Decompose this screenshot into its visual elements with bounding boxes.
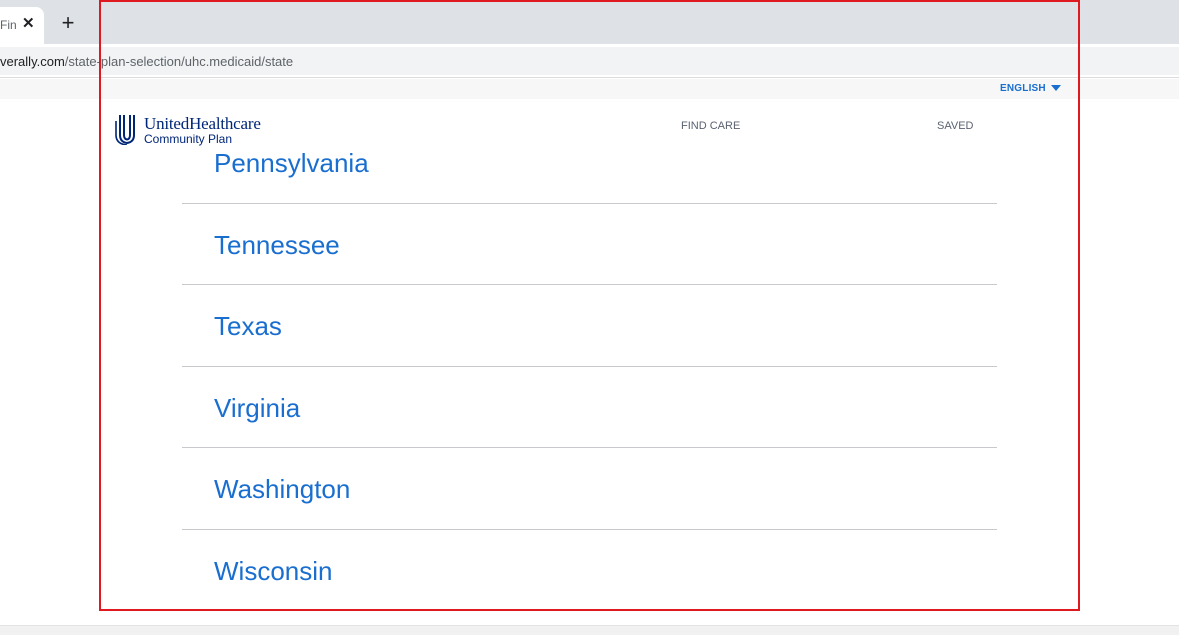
- state-link[interactable]: Wisconsin: [214, 556, 332, 587]
- state-item-texas[interactable]: Texas: [182, 285, 997, 367]
- url-host: verally.com: [0, 54, 65, 69]
- state-list-scroll-area[interactable]: Pennsylvania Tennessee Texas Virginia Wa…: [0, 99, 1179, 625]
- utility-bar: ENGLISH: [0, 79, 1179, 99]
- nav-find-care[interactable]: FIND CARE: [681, 120, 740, 132]
- state-link[interactable]: Texas: [214, 311, 282, 342]
- tab-title: Fin: [0, 18, 17, 32]
- state-link[interactable]: Virginia: [214, 393, 300, 424]
- state-link[interactable]: Tennessee: [214, 230, 340, 261]
- url-path: /state-plan-selection/uhc.medicaid/state: [64, 54, 294, 69]
- state-item-virginia[interactable]: Virginia: [182, 367, 997, 449]
- browser-toolbar: verally.com/state-plan-selection/uhc.med…: [0, 44, 1179, 78]
- state-item-washington[interactable]: Washington: [182, 448, 997, 530]
- state-link[interactable]: Washington: [214, 474, 350, 505]
- state-item-wisconsin[interactable]: Wisconsin: [182, 530, 997, 612]
- site-header: UnitedHealthcare Community Plan FIND CAR…: [0, 99, 1179, 151]
- language-selector[interactable]: ENGLISH: [1000, 83, 1061, 94]
- logo-name: UnitedHealthcare: [144, 114, 261, 133]
- url-text: verally.com/state-plan-selection/uhc.med…: [0, 54, 293, 69]
- caret-down-icon: [1050, 85, 1061, 92]
- browser-tab[interactable]: Fin ✕: [0, 7, 44, 44]
- new-tab-button[interactable]: +: [56, 11, 80, 35]
- bottom-edge: [0, 625, 1179, 635]
- close-icon[interactable]: ✕: [22, 14, 35, 32]
- address-bar[interactable]: verally.com/state-plan-selection/uhc.med…: [0, 47, 1179, 75]
- logo-subtitle: Community Plan: [144, 132, 233, 146]
- uhc-shield-icon: [115, 115, 135, 145]
- browser-tab-strip: Fin ✕ +: [0, 0, 1179, 44]
- state-list: Pennsylvania Tennessee Texas Virginia Wa…: [182, 122, 997, 612]
- state-item-tennessee[interactable]: Tennessee: [182, 204, 997, 286]
- state-link[interactable]: Pennsylvania: [214, 148, 369, 179]
- nav-saved[interactable]: SAVED: [937, 120, 973, 132]
- language-label: ENGLISH: [1000, 83, 1046, 94]
